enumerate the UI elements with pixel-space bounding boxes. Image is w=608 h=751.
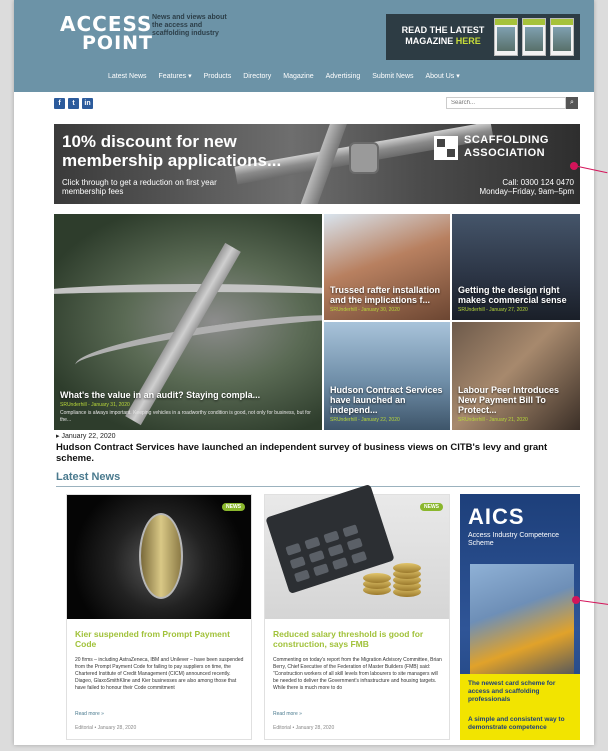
- news-card[interactable]: NEWS Kier suspended from Prompt Payment …: [66, 494, 252, 740]
- calendar-icon: ▸: [56, 433, 60, 440]
- read-more-link[interactable]: Read more »: [75, 711, 104, 717]
- nav-products[interactable]: Products: [198, 70, 238, 84]
- magazine-covers: [494, 18, 576, 56]
- annotation-dot: [572, 596, 580, 604]
- card-title[interactable]: Kier suspended from Prompt Payment Code: [75, 629, 245, 649]
- promo-text-c: HERE: [455, 36, 481, 46]
- tile-title: What's the value in an audit? Staying co…: [60, 390, 261, 400]
- card-meta: Editorial • January 28, 2020: [273, 725, 335, 731]
- page-frame: ACCESS POINT News and views about the ac…: [14, 0, 594, 745]
- latest-news-heading: Latest News: [56, 471, 121, 483]
- chevron-down-icon: ▾: [456, 73, 460, 80]
- card-title[interactable]: Reduced salary threshold is good for con…: [273, 629, 443, 649]
- nav-submit-news[interactable]: Submit News: [366, 70, 419, 84]
- tile-meta: SRUnderhill - January 22, 2020: [330, 417, 400, 423]
- social-links: f t in: [54, 98, 93, 109]
- feature-headline[interactable]: Hudson Contract Services have launched a…: [56, 442, 576, 464]
- banner-hours: Monday–Friday, 9am–5pm: [479, 187, 574, 196]
- tile-caption: Hudson Contract Services have launched a…: [330, 385, 444, 424]
- annotation-dot: [570, 162, 578, 170]
- magazine-cover: [494, 18, 518, 56]
- banner-subtext: Click through to get a reduction on firs…: [62, 178, 217, 196]
- aics-side-ad[interactable]: AICS Access Industry Competence Scheme T…: [460, 494, 580, 740]
- aics-text-1: The newest card scheme for access and sc…: [468, 680, 556, 703]
- site-logo[interactable]: ACCESS POINT: [54, 10, 152, 54]
- association-name-line-1: SCAFFOLDING: [464, 134, 549, 146]
- card-image: NEWS: [265, 483, 449, 619]
- tile-caption: Trussed rafter installation and the impl…: [330, 285, 444, 314]
- magazine-promo[interactable]: READ THE LATEST MAGAZINE HERE: [386, 14, 580, 60]
- search-button[interactable]: ⌕: [566, 97, 578, 109]
- featured-tile[interactable]: Trussed rafter installation and the impl…: [324, 214, 450, 320]
- nav-about-label: About Us: [425, 73, 455, 80]
- nav-latest-news[interactable]: Latest News: [102, 70, 153, 84]
- nav-magazine[interactable]: Magazine: [277, 70, 319, 84]
- card-excerpt: 20 firms – including AstraZeneca, IBM an…: [75, 657, 244, 691]
- coin-stack-image: [363, 555, 433, 605]
- association-name-line-2: ASSOCIATION: [464, 147, 546, 159]
- banner-phone: Call: 0300 124 0470: [502, 178, 574, 187]
- featured-tile[interactable]: Labour Peer Introduces New Payment Bill …: [452, 322, 580, 430]
- nav-features-label: Features: [158, 73, 187, 80]
- featured-tile[interactable]: Hudson Contract Services have launched a…: [324, 322, 450, 430]
- card-image: NEWS: [67, 495, 251, 619]
- banner-contact: Call: 0300 124 0470 Monday–Friday, 9am–5…: [479, 178, 574, 196]
- featured-grid: What's the value in an audit? Staying co…: [54, 214, 580, 430]
- twitter-icon[interactable]: t: [68, 98, 79, 109]
- facebook-icon[interactable]: f: [54, 98, 65, 109]
- chevron-down-icon: ▾: [188, 73, 192, 80]
- coin-image: [139, 513, 183, 599]
- nav-advertising[interactable]: Advertising: [320, 70, 367, 84]
- tile-title: Getting the design right makes commercia…: [458, 285, 567, 305]
- news-badge: NEWS: [420, 503, 443, 511]
- magazine-promo-text: READ THE LATEST MAGAZINE HERE: [398, 25, 488, 47]
- tile-meta: SRUnderhill - January 21, 2020: [458, 417, 528, 423]
- promo-text-b: MAGAZINE: [405, 36, 454, 46]
- tile-excerpt: Compliance is always important. Keeping …: [60, 410, 311, 423]
- scaffolding-association-logo: SCAFFOLDING ASSOCIATION: [434, 132, 574, 166]
- worker-photo: [470, 564, 574, 674]
- aics-text-2: A simple and consistent way to demonstra…: [468, 716, 565, 731]
- aics-fullname: Access Industry Competence Scheme: [468, 532, 560, 547]
- feature-date: ▸ January 22, 2020: [56, 432, 116, 440]
- promo-text-a: READ THE LATEST: [401, 25, 485, 35]
- nav-about-us[interactable]: About Us ▾: [420, 70, 466, 84]
- site-tagline: News and views about the access and scaf…: [152, 14, 227, 37]
- tile-caption: What's the value in an audit? Staying co…: [60, 390, 316, 424]
- feature-date-text: January 22, 2020: [61, 433, 116, 440]
- tile-title: Hudson Contract Services have launched a…: [330, 385, 443, 415]
- featured-tile-large[interactable]: What's the value in an audit? Staying co…: [54, 214, 322, 430]
- news-badge: NEWS: [222, 503, 245, 511]
- tile-caption: Getting the design right makes commercia…: [458, 285, 574, 314]
- tile-meta: SRUnderhill - January 27, 2020: [458, 307, 528, 313]
- magazine-cover: [522, 18, 546, 56]
- news-card[interactable]: NEWS Reduced salary threshold is good fo…: [264, 483, 450, 740]
- tile-title: Labour Peer Introduces New Payment Bill …: [458, 385, 560, 415]
- read-more-link[interactable]: Read more »: [273, 711, 302, 717]
- banner-headline: 10% discount for new membership applicat…: [62, 132, 282, 170]
- nav-features[interactable]: Features ▾: [153, 70, 198, 84]
- main-nav: Latest News Features ▾ Products Director…: [102, 70, 466, 84]
- tile-caption: Labour Peer Introduces New Payment Bill …: [458, 385, 574, 424]
- association-name: SCAFFOLDING ASSOCIATION: [464, 134, 549, 160]
- search-input[interactable]: [446, 97, 566, 109]
- tile-meta: SRUnderhill - January 30, 2020: [330, 307, 400, 313]
- banner-clamp: [349, 142, 379, 174]
- search-icon: ⌕: [570, 99, 574, 106]
- nav-directory[interactable]: Directory: [237, 70, 277, 84]
- puzzle-icon: [434, 136, 458, 160]
- logo-line-2: POINT: [82, 32, 154, 54]
- membership-banner-ad[interactable]: 10% discount for new membership applicat…: [54, 124, 580, 204]
- divider: [56, 486, 580, 487]
- card-meta: Editorial • January 28, 2020: [75, 725, 137, 731]
- tile-title: Trussed rafter installation and the impl…: [330, 285, 441, 305]
- linkedin-icon[interactable]: in: [82, 98, 93, 109]
- card-excerpt: Commenting on today's report from the Mi…: [273, 657, 442, 691]
- site-header: ACCESS POINT News and views about the ac…: [14, 0, 594, 92]
- featured-tile[interactable]: Getting the design right makes commercia…: [452, 214, 580, 320]
- magazine-cover: [550, 18, 574, 56]
- tile-meta: SRUnderhill - January 31, 2020: [60, 402, 130, 408]
- aics-logo: AICS: [468, 504, 525, 529]
